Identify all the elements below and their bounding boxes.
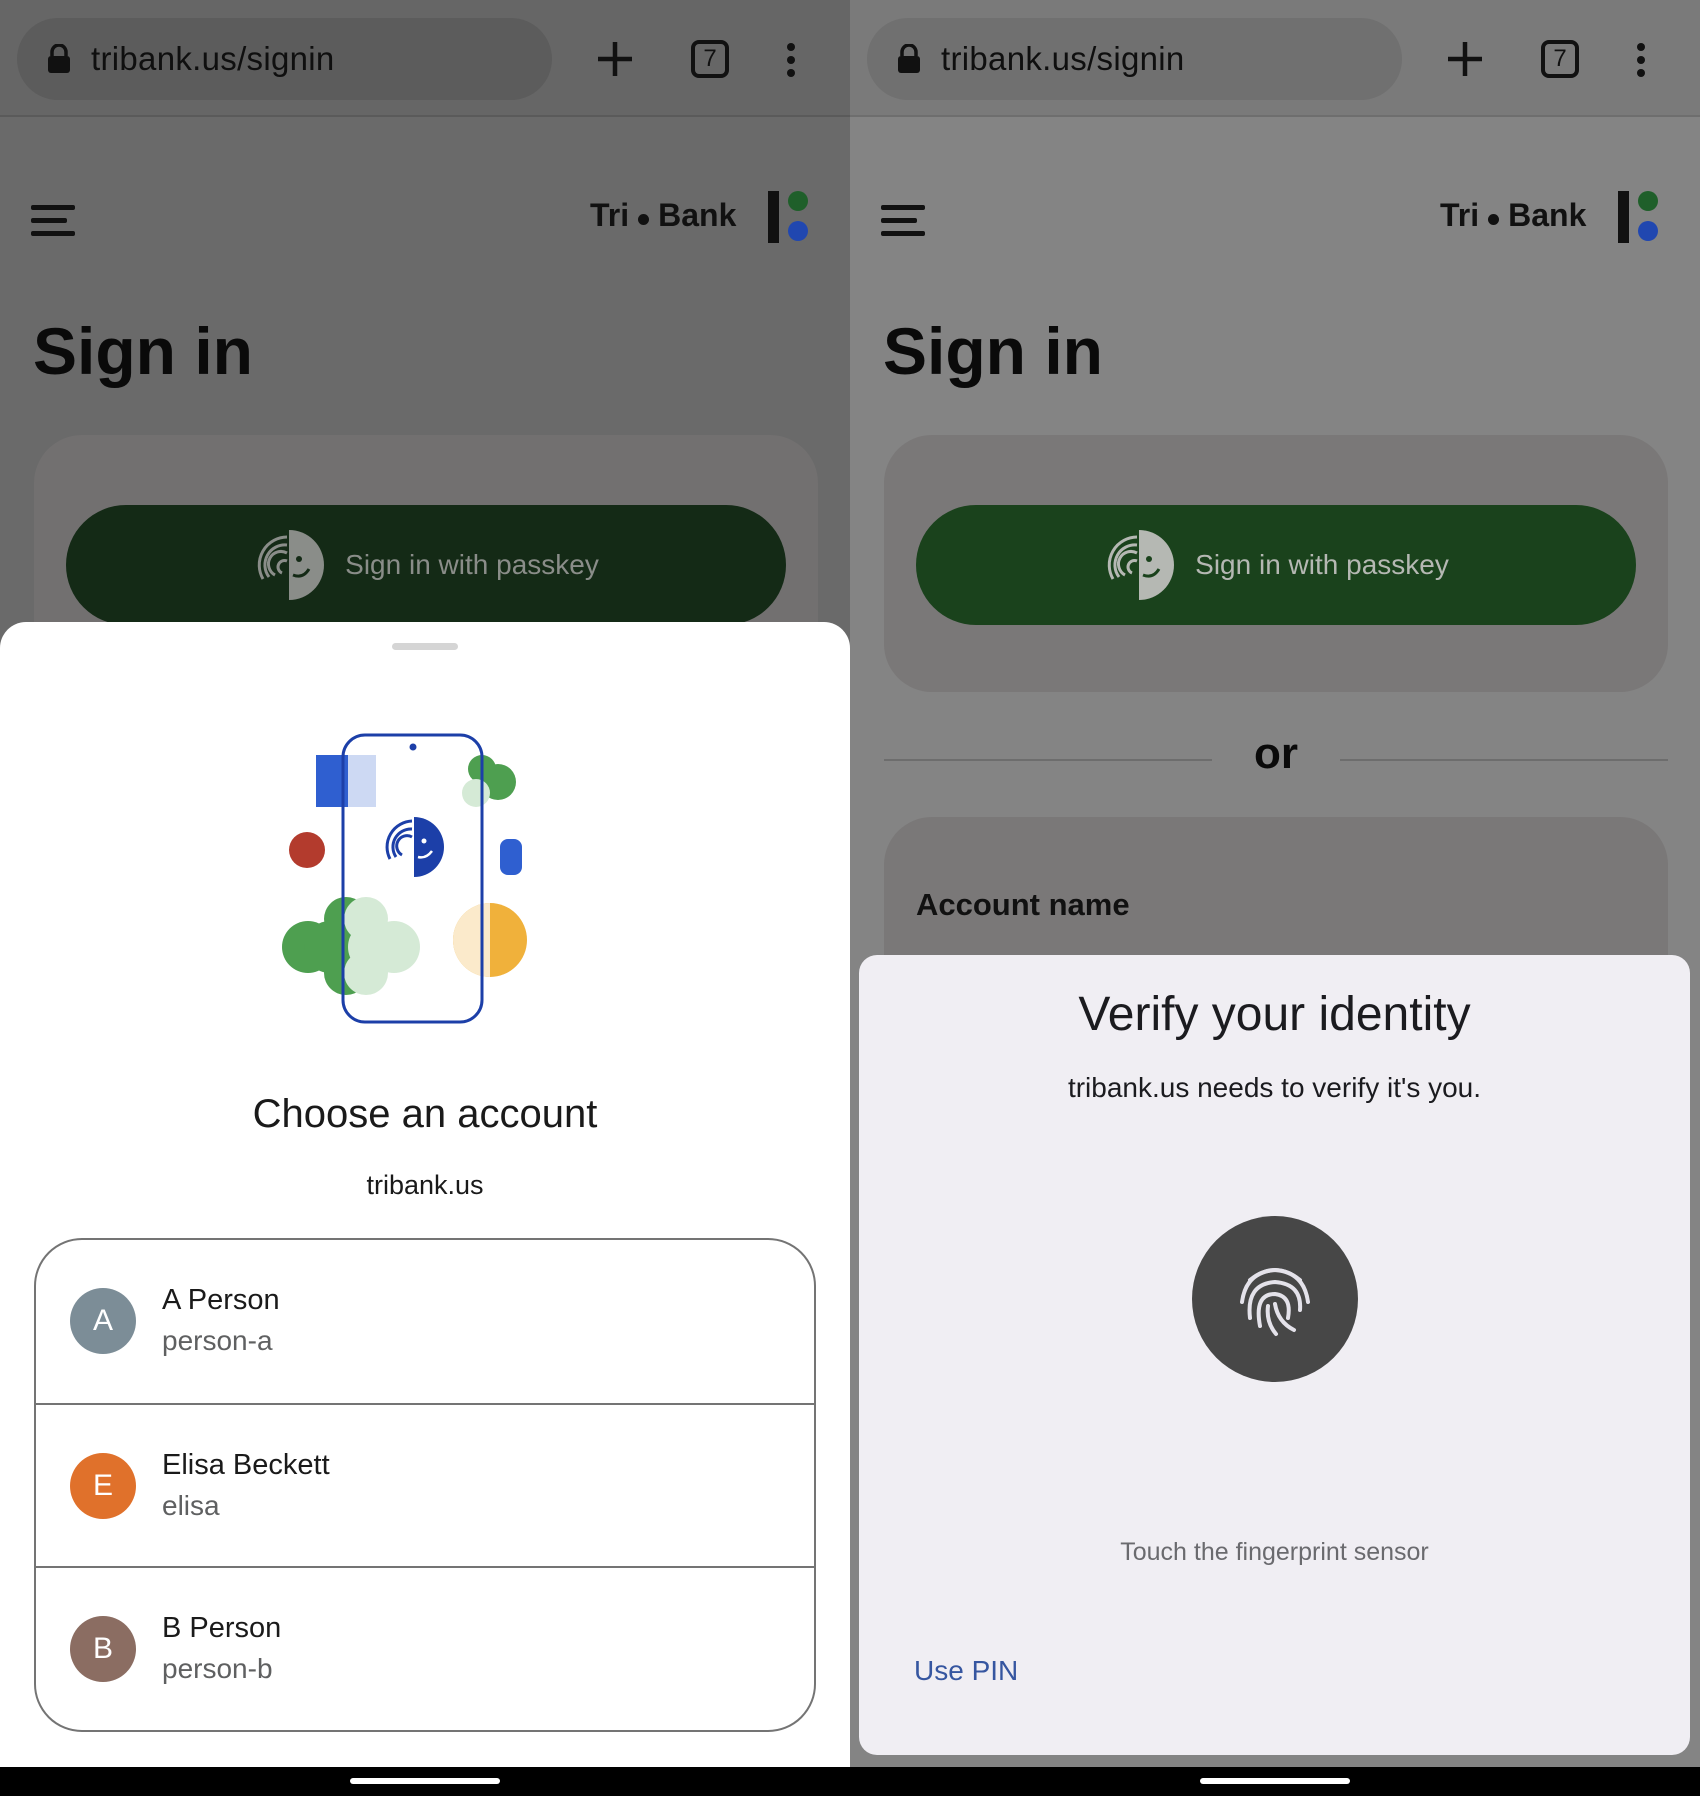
page-title: Sign in [883,314,1103,388]
account-chooser-sheet: Choose an account tribank.us A A Person … [0,622,850,1767]
account-item[interactable]: A A Person person-a [36,1240,814,1403]
system-nav-bar [0,1767,850,1796]
url-text: tribank.us/signin [941,40,1185,77]
account-username: person-b [162,1653,273,1684]
or-divider: or [884,729,1668,789]
sign-in-with-passkey-button[interactable]: Sign in with passkey [66,505,786,625]
gesture-handle[interactable] [1200,1778,1350,1784]
gesture-handle[interactable] [350,1778,500,1784]
dialog-title: Verify your identity [1078,988,1471,1041]
account-name: A Person [162,1284,280,1316]
hamburger-menu-icon[interactable] [881,204,925,238]
passkey-illustration [282,733,527,1024]
tab-switcher-button[interactable]: 7 [1541,40,1579,78]
account-username: elisa [162,1490,220,1521]
verify-identity-dialog: Verify your identity tribank.us needs to… [859,955,1690,1755]
new-tab-button[interactable] [1443,37,1487,81]
fingerprint-icon [1240,1267,1310,1336]
sign-in-with-passkey-button[interactable]: Sign in with passkey [916,505,1636,625]
tab-count: 7 [703,45,717,72]
lock-icon [48,44,70,73]
address-bar[interactable]: tribank.us/signin [867,18,1402,100]
right-screen: tribank.us/signin 7 Tri Bank Sign in Sig… [850,0,1700,1796]
use-pin-button[interactable]: Use PIN [914,1655,1018,1687]
account-item[interactable]: E Elisa Beckett elisa [36,1403,814,1566]
more-vert-icon[interactable] [1635,42,1647,78]
avatar: E [70,1453,136,1519]
hamburger-menu-icon[interactable] [31,204,75,238]
passkey-button-label: Sign in with passkey [1195,549,1449,580]
account-list: A A Person person-a E Elisa Beckett elis… [34,1238,816,1732]
passkey-icon [1107,530,1175,600]
tab-count: 7 [1553,45,1567,72]
browser-toolbar: tribank.us/signin 7 [850,0,1700,117]
passkey-icon [257,530,325,600]
tribank-logo-icon [1618,191,1658,243]
left-screen: tribank.us/signin 7 Tri Bank Sign in Sig… [0,0,850,1796]
browser-toolbar: tribank.us/signin 7 [0,0,850,117]
new-tab-button[interactable] [593,37,637,81]
tab-switcher-button[interactable]: 7 [691,40,729,78]
page-title: Sign in [33,314,253,388]
sheet-subtitle: tribank.us [366,1170,484,1200]
web-page: Tri Bank Sign in Sign in with passkey [0,117,850,1767]
account-name-label: Account name [916,887,1130,922]
url-text: tribank.us/signin [91,40,335,77]
lock-icon [898,44,920,73]
address-bar[interactable]: tribank.us/signin [17,18,552,100]
sheet-drag-handle[interactable] [392,643,458,650]
or-label: or [1254,729,1298,778]
dialog-hint: Touch the fingerprint sensor [1120,1538,1429,1566]
account-item[interactable]: B B Person person-b [36,1566,814,1729]
account-username: person-a [162,1325,273,1356]
avatar: A [70,1288,136,1354]
account-name: B Person [162,1612,282,1644]
passkey-card: Sign in with passkey [884,435,1668,692]
account-name: Elisa Beckett [162,1449,330,1481]
passkey-button-label: Sign in with passkey [345,549,599,580]
more-vert-icon[interactable] [785,42,797,78]
fingerprint-sensor-indicator [1192,1216,1358,1382]
avatar: B [70,1616,136,1682]
dialog-subtitle: tribank.us needs to verify it's you. [1067,1072,1482,1103]
brand-name: Tri Bank [590,197,737,233]
sheet-title: Choose an account [252,1092,598,1136]
system-nav-bar [850,1767,1700,1796]
brand-name: Tri Bank [1440,197,1587,233]
tribank-logo-icon [768,191,808,243]
